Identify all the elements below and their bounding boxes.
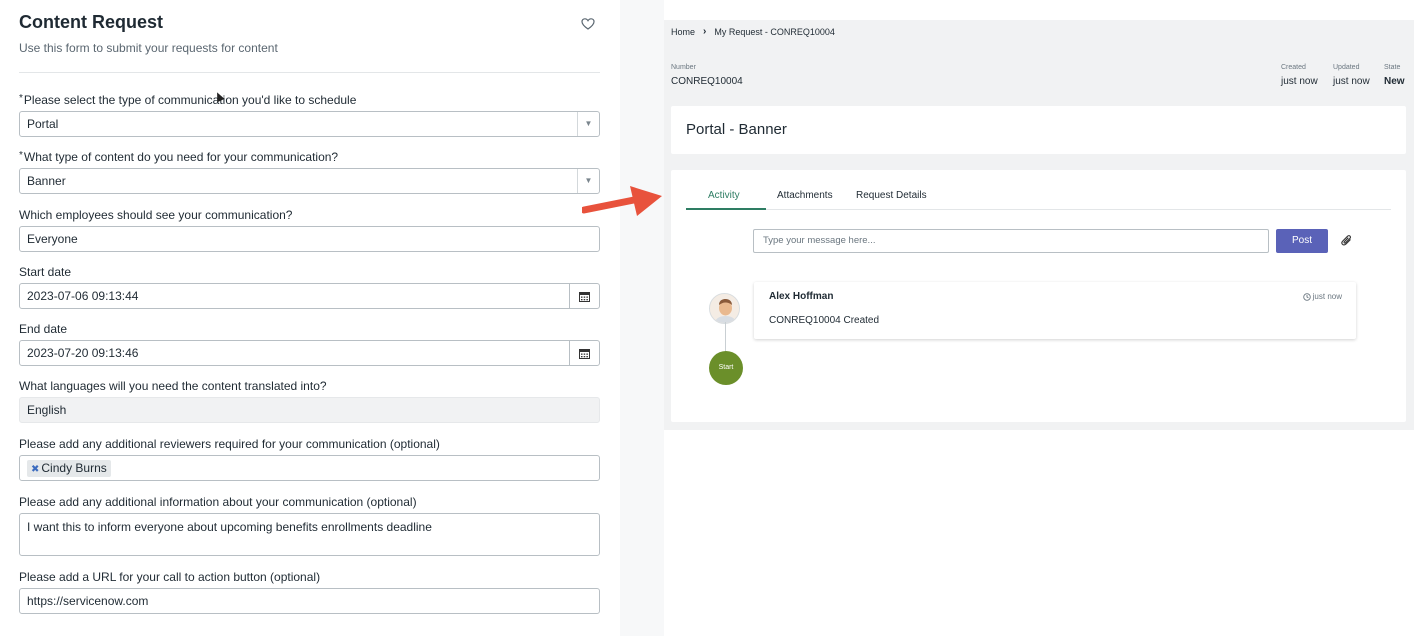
calendar-icon[interactable] [569, 341, 599, 365]
created-value: just now [1281, 76, 1318, 87]
languages-field: English [19, 397, 600, 423]
activity-author: Alex Hoffman [769, 291, 834, 302]
breadcrumb-home[interactable]: Home [671, 27, 695, 37]
info-textarea[interactable]: I want this to inform everyone about upc… [19, 513, 600, 556]
clock-icon [1302, 292, 1311, 301]
reviewers-input[interactable]: ✖ Cindy Burns [19, 455, 600, 481]
number-label: Number [671, 64, 696, 71]
start-date-field[interactable]: 2023-07-06 09:13:44 [19, 283, 600, 309]
end-date-field[interactable]: 2023-07-20 09:13:46 [19, 340, 600, 366]
number-value: CONREQ10004 [671, 76, 743, 87]
audience-label: Which employees should see your communic… [19, 208, 293, 222]
content-request-form: Content Request Use this form to submit … [0, 0, 620, 636]
chevron-down-icon[interactable]: ▼ [577, 112, 599, 136]
tab-bar: Activity Attachments Request Details [686, 188, 1391, 210]
updated-label: Updated [1333, 64, 1360, 71]
activity-text: CONREQ10004 Created [769, 315, 880, 326]
request-title-card: Portal - Banner [671, 106, 1406, 154]
state-value: New [1384, 76, 1405, 87]
breadcrumb-current: My Request - CONREQ10004 [714, 26, 835, 37]
breadcrumb: Home › My Request - CONREQ10004 [671, 26, 835, 37]
updated-value: just now [1333, 76, 1370, 87]
chevron-right-icon: › [703, 26, 707, 37]
form-title: Content Request [19, 12, 163, 32]
url-input[interactable]: https://servicenow.com [19, 588, 600, 614]
remove-icon[interactable]: ✖ [31, 464, 39, 475]
end-date-label: End date [19, 322, 68, 336]
start-date-value: 2023-07-06 09:13:44 [27, 289, 139, 303]
reviewers-label: Please add any additional reviewers requ… [19, 437, 440, 451]
start-date-label: Start date [19, 265, 72, 279]
heart-icon[interactable] [581, 17, 595, 31]
message-input[interactable]: Type your message here... [753, 229, 1269, 253]
form-subtitle: Use this form to submit your requests fo… [19, 41, 278, 55]
annotation-arrow-icon [582, 186, 662, 216]
state-label: State [1384, 64, 1401, 71]
tab-activity[interactable]: Activity [708, 190, 740, 201]
comm-type-select[interactable]: Portal ▼ [19, 111, 600, 137]
paperclip-icon[interactable] [1341, 234, 1353, 247]
end-date-value: 2023-07-20 09:13:46 [27, 346, 139, 360]
tab-request-details[interactable]: Request Details [856, 190, 927, 201]
info-label: Please add any additional information ab… [19, 495, 417, 509]
content-type-value: Banner [27, 174, 66, 188]
post-button[interactable]: Post [1276, 229, 1328, 253]
content-type-select[interactable]: Banner ▼ [19, 168, 600, 194]
reviewer-chip: ✖ Cindy Burns [27, 460, 111, 477]
tab-attachments[interactable]: Attachments [777, 190, 833, 201]
content-type-label: *What type of content do you need for yo… [19, 150, 339, 164]
activity-time: just now [1302, 292, 1342, 301]
calendar-icon[interactable] [569, 284, 599, 308]
timeline-start-node: Start [709, 351, 743, 385]
activity-entry: Alex Hoffman just now CONREQ10004 Create… [754, 282, 1356, 339]
avatar [709, 293, 740, 324]
url-label: Please add a URL for your call to action… [19, 570, 321, 584]
activity-card: Activity Attachments Request Details Typ… [671, 170, 1406, 422]
languages-label: What languages will you need the content… [19, 379, 327, 393]
request-panel: Home › My Request - CONREQ10004 Number C… [664, 20, 1414, 430]
audience-input[interactable]: Everyone [19, 226, 600, 252]
request-title: Portal - Banner [686, 121, 787, 138]
divider [19, 72, 600, 73]
timeline-connector [725, 322, 726, 352]
comm-type-value: Portal [27, 117, 59, 131]
comm-type-label: *Please select the type of communication… [19, 93, 357, 107]
divider [620, 0, 664, 636]
active-tab-indicator [686, 208, 766, 210]
created-label: Created [1281, 64, 1306, 71]
